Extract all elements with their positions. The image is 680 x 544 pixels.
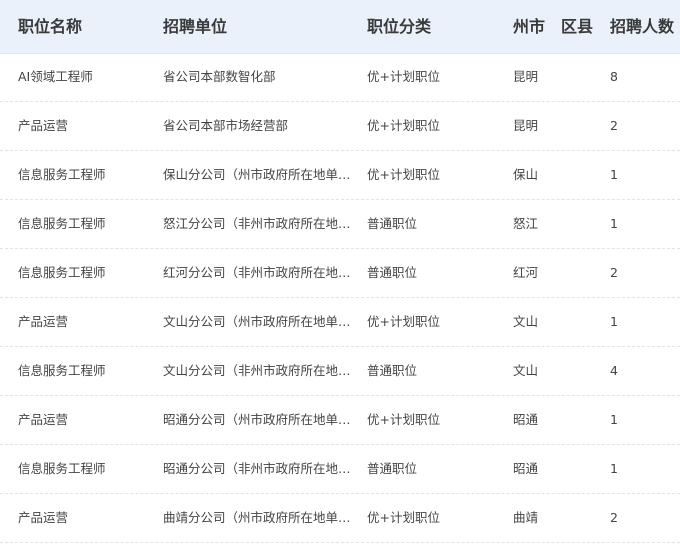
cell-city: 文山 (513, 363, 539, 378)
cell-city: 曲靖 (513, 510, 539, 525)
cell-category: 普通职位 (367, 363, 418, 378)
table-row[interactable]: 信息服务工程师 红河分公司（非州市政府所在地单... 普通职位 红河 2 (0, 249, 680, 298)
table-row[interactable]: 信息服务工程师 文山分公司（非州市政府所在地单... 普通职位 文山 4 (0, 347, 680, 396)
cell-category: 普通职位 (367, 216, 418, 231)
cell-district (561, 396, 606, 444)
cell-city: 文山 (513, 314, 539, 329)
cell-district (561, 347, 606, 395)
table-row[interactable]: 信息服务工程师 保山分公司（州市政府所在地单位） 优+计划职位 保山 1 (0, 151, 680, 200)
cell-title: 产品运营 (18, 412, 69, 427)
cell-count: 2 (610, 265, 618, 280)
table-row[interactable]: 信息服务工程师 怒江分公司（非州市政府所在地单... 普通职位 怒江 1 (0, 200, 680, 249)
cell-category: 优+计划职位 (367, 167, 440, 182)
cell-count: 1 (610, 167, 618, 182)
cell-unit: 曲靖分公司（州市政府所在地单位） (163, 510, 355, 525)
header-category[interactable]: 职位分类 (367, 0, 497, 53)
table-body: AI领域工程师 省公司本部数智化部 优+计划职位 昆明 8 产品运营 省公司本部… (0, 53, 680, 543)
cell-count: 4 (610, 363, 618, 378)
header-title[interactable]: 职位名称 (18, 0, 158, 53)
header-unit[interactable]: 招聘单位 (163, 0, 355, 53)
table-row[interactable]: 产品运营 文山分公司（州市政府所在地单位） 优+计划职位 文山 1 (0, 298, 680, 347)
job-table: 职位名称 招聘单位 职位分类 州市 区县 招聘人数 AI领域工程师 省公司本部数… (0, 0, 680, 544)
cell-title: 产品运营 (18, 118, 69, 133)
cell-category: 优+计划职位 (367, 69, 440, 84)
cell-unit: 保山分公司（州市政府所在地单位） (163, 167, 355, 182)
cell-title: 信息服务工程师 (18, 216, 106, 231)
cell-district (561, 151, 606, 199)
cell-title: 产品运营 (18, 314, 69, 329)
cell-district (561, 53, 606, 101)
cell-title: 信息服务工程师 (18, 363, 106, 378)
table-row[interactable]: 信息服务工程师 昭通分公司（非州市政府所在地单... 普通职位 昭通 1 (0, 445, 680, 494)
cell-title: 产品运营 (18, 510, 69, 525)
table-row[interactable]: 产品运营 曲靖分公司（州市政府所在地单位） 优+计划职位 曲靖 2 (0, 494, 680, 543)
cell-district (561, 102, 606, 150)
cell-count: 2 (610, 118, 618, 133)
cell-district (561, 249, 606, 297)
cell-category: 普通职位 (367, 461, 418, 476)
cell-count: 2 (610, 510, 618, 525)
cell-city: 昭通 (513, 461, 539, 476)
table-header: 职位名称 招聘单位 职位分类 州市 区县 招聘人数 (0, 0, 680, 54)
cell-category: 优+计划职位 (367, 412, 440, 427)
cell-title: 信息服务工程师 (18, 265, 106, 280)
cell-city: 昆明 (513, 118, 539, 133)
table-row[interactable]: 产品运营 昭通分公司（州市政府所在地单位） 优+计划职位 昭通 1 (0, 396, 680, 445)
cell-unit: 文山分公司（州市政府所在地单位） (163, 314, 355, 329)
cell-title: 信息服务工程师 (18, 461, 106, 476)
cell-district (561, 200, 606, 248)
cell-unit: 昭通分公司（州市政府所在地单位） (163, 412, 355, 427)
cell-city: 怒江 (513, 216, 539, 231)
header-district[interactable]: 区县 (561, 0, 606, 53)
cell-category: 优+计划职位 (367, 510, 440, 525)
cell-unit: 红河分公司（非州市政府所在地单... (163, 265, 355, 280)
cell-count: 1 (610, 412, 618, 427)
header-city[interactable]: 州市 (513, 0, 558, 53)
cell-count: 1 (610, 216, 618, 231)
header-count[interactable]: 招聘人数 (610, 0, 674, 53)
cell-district (561, 445, 606, 493)
cell-category: 优+计划职位 (367, 118, 440, 133)
cell-district (561, 494, 606, 542)
table-row[interactable]: AI领域工程师 省公司本部数智化部 优+计划职位 昆明 8 (0, 53, 680, 102)
cell-unit: 省公司本部市场经营部 (163, 118, 289, 133)
cell-count: 8 (610, 69, 618, 84)
cell-unit: 怒江分公司（非州市政府所在地单... (163, 216, 355, 231)
table-row[interactable]: 产品运营 省公司本部市场经营部 优+计划职位 昆明 2 (0, 102, 680, 151)
cell-city: 昭通 (513, 412, 539, 427)
cell-count: 1 (610, 461, 618, 476)
cell-city: 昆明 (513, 69, 539, 84)
cell-unit: 省公司本部数智化部 (163, 69, 276, 84)
cell-count: 1 (610, 314, 618, 329)
cell-city: 保山 (513, 167, 539, 182)
cell-unit: 昭通分公司（非州市政府所在地单... (163, 461, 355, 476)
cell-title: 信息服务工程师 (18, 167, 106, 182)
cell-unit: 文山分公司（非州市政府所在地单... (163, 363, 355, 378)
cell-city: 红河 (513, 265, 539, 280)
cell-title: AI领域工程师 (18, 69, 93, 84)
cell-category: 优+计划职位 (367, 314, 440, 329)
cell-category: 普通职位 (367, 265, 418, 280)
cell-district (561, 298, 606, 346)
